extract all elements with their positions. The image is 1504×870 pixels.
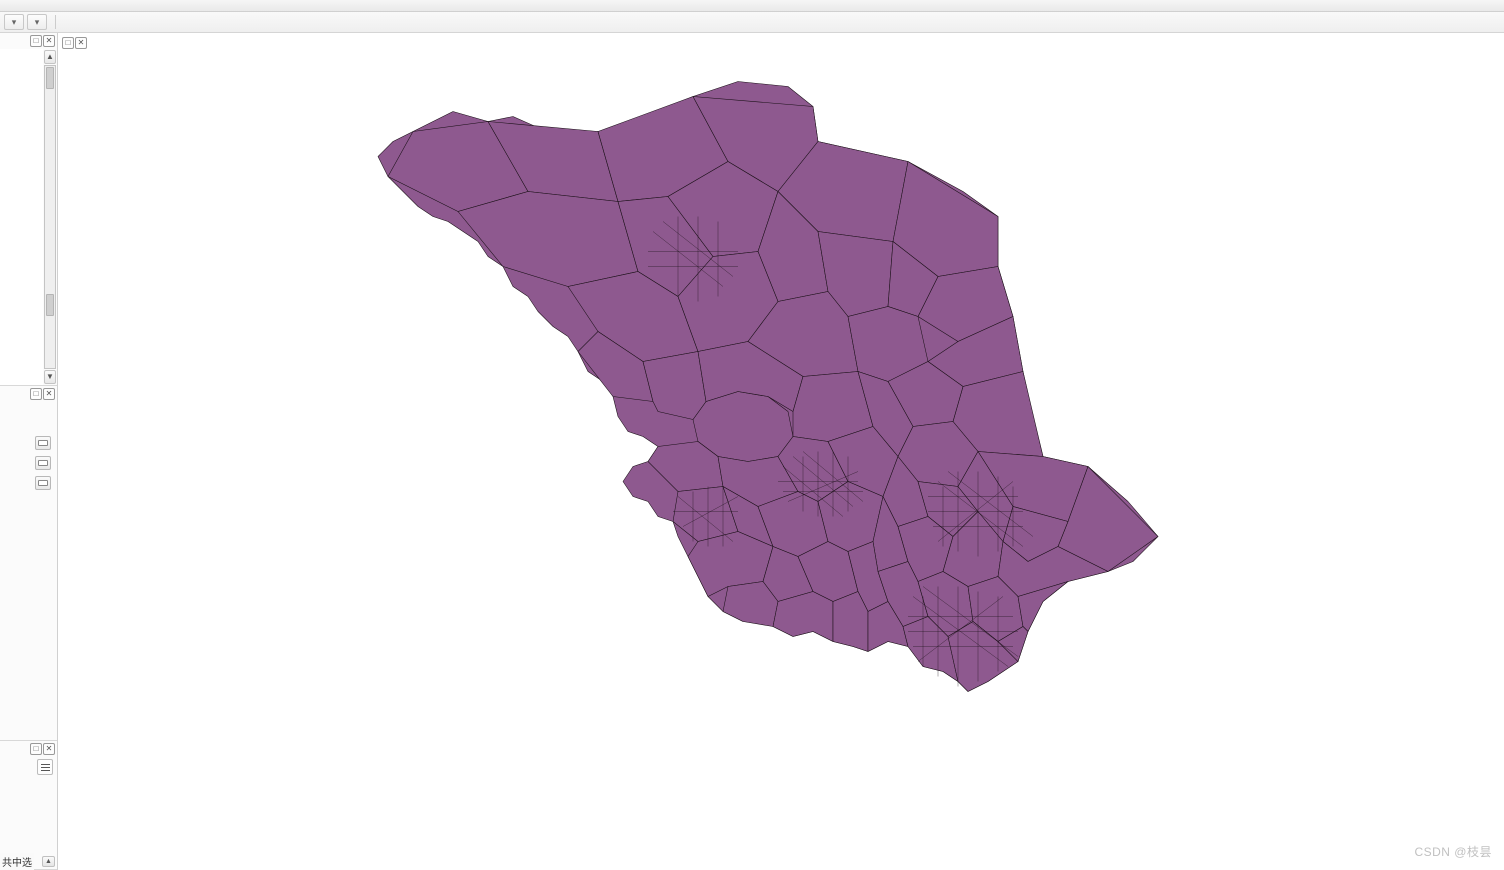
panel-layers-content	[0, 49, 43, 385]
scroll-up-icon[interactable]: ▲	[44, 50, 56, 64]
toolbar-separator	[55, 15, 56, 29]
toolbar-btn-1[interactable]: ▾	[4, 14, 24, 30]
canvas-close[interactable]: ✕	[75, 37, 87, 49]
panel-layers-close[interactable]: ✕	[43, 35, 55, 47]
scroll-up-icon[interactable]: ▲	[42, 856, 55, 867]
menubar-placeholder	[0, 0, 1504, 12]
panel-tools: □ ✕	[0, 386, 57, 741]
toolbar-btn-2[interactable]: ▾	[27, 14, 47, 30]
status-text: 共中选	[0, 853, 34, 870]
panel-bottom-close[interactable]: ✕	[43, 743, 55, 755]
tool-print-2[interactable]	[35, 456, 51, 470]
scroll-down-icon[interactable]: ▼	[44, 370, 56, 384]
map-svg	[58, 33, 1504, 870]
panel-layers: □ ✕ ▲ ▼	[0, 33, 57, 386]
panel-bottom: □ ✕ ▲	[0, 741, 57, 870]
map-canvas[interactable]: □ ✕	[58, 33, 1504, 870]
tool-print-1[interactable]	[35, 436, 51, 450]
toolbar: ▾ ▾	[0, 12, 1504, 33]
panel-bottom-maximize[interactable]: □	[30, 743, 42, 755]
panel-layers-scrollbar[interactable]: ▲ ▼	[43, 49, 57, 385]
scroll-thumb[interactable]	[46, 294, 54, 316]
canvas-maximize[interactable]: □	[62, 37, 74, 49]
scroll-track[interactable]	[44, 65, 56, 369]
panel-bottom-menu[interactable]	[37, 759, 53, 775]
sidebar: □ ✕ ▲ ▼ □ ✕	[0, 33, 58, 870]
tool-print-3[interactable]	[35, 476, 51, 490]
map-subdivisions	[388, 97, 1158, 692]
panel-tools-close[interactable]: ✕	[43, 388, 55, 400]
panel-layers-maximize[interactable]: □	[30, 35, 42, 47]
panel-tools-maximize[interactable]: □	[30, 388, 42, 400]
scroll-thumb[interactable]	[46, 67, 54, 89]
